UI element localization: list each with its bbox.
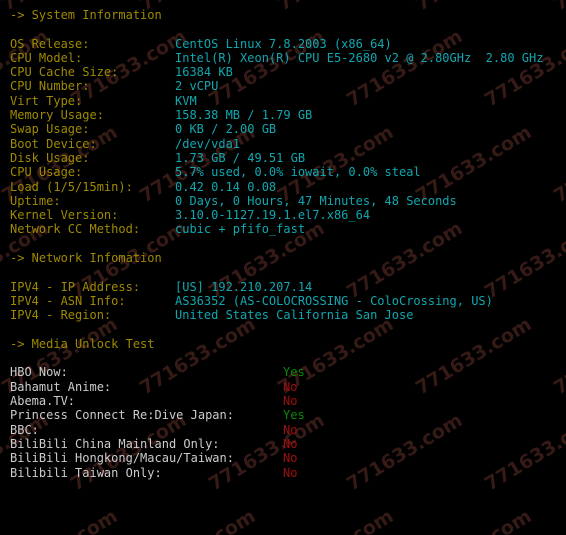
media-unlock-label: Bilibili Taiwan Only: <box>10 465 162 480</box>
system-info-value: 16384 KB <box>175 65 233 80</box>
network-info-rows: IPV4 - IP Address: [US] 192.210.207.14 IPV… <box>10 280 566 323</box>
system-info-row: CPU Model: Intel(R) Xeon(R) CPU E5-2680 v… <box>10 51 566 65</box>
system-info-label: Virt Type: <box>10 93 83 108</box>
system-info-row: Swap Usage: 0 KB / 2.00 GB <box>10 122 566 136</box>
network-info-row: IPV4 - Region: United States California S… <box>10 308 566 322</box>
media-unlock-row: Bilibili Taiwan Only: No <box>10 466 566 480</box>
media-unlock-label: BiliBili Hongkong/Macau/Taiwan: <box>10 451 234 466</box>
system-info-value: 0 KB / 2.00 GB <box>175 122 277 137</box>
system-info-row: Memory Usage: 158.38 MB / 1.79 GB <box>10 108 566 122</box>
media-unlock-value: No <box>283 465 298 480</box>
system-info-row: Disk Usage: 1.73 GB / 49.51 GB <box>10 151 566 165</box>
media-unlock-label: Princess Connect Re:Dive Japan: <box>10 408 234 423</box>
system-info-label: Uptime: <box>10 193 61 208</box>
media-unlock-row: BiliBili China Mainland Only: No <box>10 437 566 451</box>
media-unlock-row: BiliBili Hongkong/Macau/Taiwan: No <box>10 451 566 465</box>
media-unlock-value: No <box>283 436 298 451</box>
media-unlock-label: BBC: <box>10 422 39 437</box>
media-unlock-rows: HBO Now: Yes Bahamut Anime: No Abema.TV: No Pr… <box>10 365 566 479</box>
media-unlock-row: BBC: No <box>10 423 566 437</box>
system-info-value: cubic + pfifo_fast <box>175 222 306 237</box>
system-info-value: 0 Days, 0 Hours, 47 Minutes, 48 Seconds <box>175 193 457 208</box>
media-unlock-row: HBO Now: Yes <box>10 365 566 379</box>
system-info-row: OS Release: CentOS Linux 7.8.2003 (x86_64… <box>10 37 566 51</box>
system-info-value: 0.42 0.14 0.08 <box>175 179 277 194</box>
section-header-system: -> System Information <box>10 8 162 22</box>
network-info-row: IPV4 - ASN Info: AS36352 (AS-COLOCROSSING… <box>10 294 566 308</box>
system-info-row: Uptime: 0 Days, 0 Hours, 47 Minutes, 48 S… <box>10 194 566 208</box>
media-unlock-label: HBO Now: <box>10 365 68 380</box>
network-info-row: IPV4 - IP Address: [US] 192.210.207.14 <box>10 280 566 294</box>
system-info-value: 1.73 GB / 49.51 GB <box>175 150 306 165</box>
media-unlock-value: No <box>283 379 298 394</box>
network-info-label: IPV4 - ASN Info: <box>10 293 126 308</box>
system-info-row: Network CC Method: cubic + pfifo_fast <box>10 222 566 236</box>
network-info-label: IPV4 - Region: <box>10 308 112 323</box>
media-unlock-value: Yes <box>283 365 305 380</box>
system-info-row: Load (1/5/15min): 0.42 0.14 0.08 <box>10 180 566 194</box>
media-unlock-row: Abema.TV: No <box>10 394 566 408</box>
system-info-value: /dev/vda1 <box>175 136 241 151</box>
media-unlock-row: Bahamut Anime: No <box>10 380 566 394</box>
terminal-text-layer: -> System Information OS Release: CentOS … <box>0 0 566 535</box>
media-unlock-label: Bahamut Anime: <box>10 379 112 394</box>
system-info-label: CPU Cache Size: <box>10 65 119 80</box>
section-header-network: -> Network Infomation <box>10 251 162 266</box>
system-info-value: 5.7% used, 0.0% iowait, 0.0% steal <box>175 165 421 180</box>
system-info-row: CPU Usage: 5.7% used, 0.0% iowait, 0.0% s… <box>10 165 566 179</box>
system-info-label: CPU Usage: <box>10 165 83 180</box>
system-info-label: Disk Usage: <box>10 150 90 165</box>
section-header-media: -> Media Unlock Test <box>10 336 155 351</box>
terminal-window: 771633.com 771633.com 771633.com 771633.com… <box>0 0 566 535</box>
media-unlock-value: Yes <box>283 408 305 423</box>
system-info-label: Memory Usage: <box>10 108 104 123</box>
network-info-value: [US] 192.210.207.14 <box>175 279 313 294</box>
system-info-label: OS Release: <box>10 36 90 51</box>
media-unlock-label: BiliBili China Mainland Only: <box>10 436 220 451</box>
system-info-value: 2 vCPU <box>175 79 219 94</box>
system-info-label: CPU Number: <box>10 79 90 94</box>
system-info-value: 3.10.0-1127.19.1.el7.x86_64 <box>175 208 371 223</box>
system-info-value: Intel(R) Xeon(R) CPU E5-2680 v2 @ 2.80GH… <box>175 50 544 65</box>
system-info-row: Kernel Version: 3.10.0-1127.19.1.el7.x86_… <box>10 208 566 222</box>
system-info-value: 158.38 MB / 1.79 GB <box>175 108 313 123</box>
media-unlock-value: No <box>283 394 298 409</box>
network-info-label: IPV4 - IP Address: <box>10 279 141 294</box>
system-info-label: Kernel Version: <box>10 208 119 223</box>
system-info-row: CPU Number: 2 vCPU <box>10 79 566 93</box>
network-info-value: AS36352 (AS-COLOCROSSING - ColoCrossing,… <box>175 293 493 308</box>
media-unlock-row: Princess Connect Re:Dive Japan: Yes <box>10 408 566 422</box>
system-info-label: Swap Usage: <box>10 122 90 137</box>
system-info-value: KVM <box>175 93 197 108</box>
system-info-label: CPU Model: <box>10 50 83 65</box>
media-unlock-label: Abema.TV: <box>10 394 76 409</box>
system-info-value: CentOS Linux 7.8.2003 (x86_64) <box>175 36 392 51</box>
media-unlock-value: No <box>283 422 298 437</box>
system-info-row: Virt Type: KVM <box>10 94 566 108</box>
network-info-value: United States California San Jose <box>175 308 414 323</box>
system-info-label: Load (1/5/15min): <box>10 179 133 194</box>
system-info-rows: OS Release: CentOS Linux 7.8.2003 (x86_64… <box>10 37 566 237</box>
media-unlock-value: No <box>283 451 298 466</box>
system-info-label: Boot Device: <box>10 136 97 151</box>
system-info-row: Boot Device: /dev/vda1 <box>10 137 566 151</box>
system-info-row: CPU Cache Size: 16384 KB <box>10 65 566 79</box>
system-info-label: Network CC Method: <box>10 222 141 237</box>
